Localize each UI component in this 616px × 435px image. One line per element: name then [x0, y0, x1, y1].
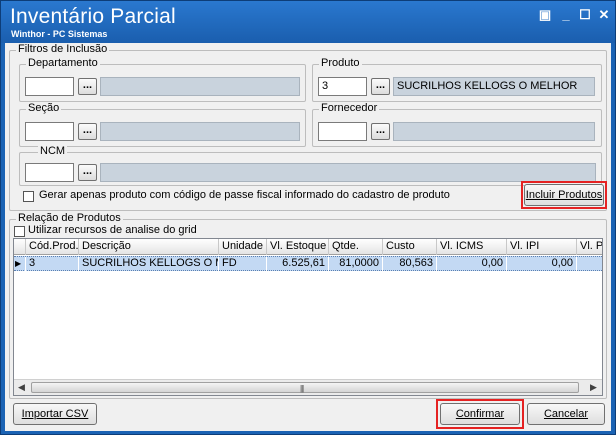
produtos-grid[interactable]: Cód.Prod. Descrição Unidade Vl. Estoque … [13, 238, 603, 396]
col-vl-ipi[interactable]: Vl. IPI [507, 239, 577, 255]
cell-cod-prod[interactable]: 3 [26, 257, 79, 271]
passe-fiscal-checkbox[interactable] [23, 191, 34, 202]
ncm-lookup-button[interactable]: ... [78, 164, 97, 181]
restore-icon[interactable]: ▣ [537, 7, 553, 23]
relacao-legend: Relação de Produtos [16, 212, 123, 224]
row-indicator-icon: ▶ [14, 257, 26, 271]
scroll-right-icon[interactable]: ▶ [590, 382, 597, 393]
confirmar-button[interactable]: Confirmar [440, 403, 520, 425]
importar-csv-button[interactable]: Importar CSV [13, 403, 97, 425]
produto-code-input[interactable]: 3 [318, 77, 367, 96]
produto-label: Produto [319, 57, 362, 69]
client-area: Filtros de Inclusão Departamento ... Pro… [5, 43, 611, 431]
minimize-icon[interactable]: _ [558, 7, 574, 23]
ncm-group: NCM ... [19, 145, 602, 186]
scroll-left-icon[interactable]: ◀ [18, 382, 25, 393]
col-cod-prod[interactable]: Cód.Prod. [26, 239, 79, 255]
scroll-grip-icon: ||| [300, 384, 304, 393]
fornecedor-label: Fornecedor [319, 102, 380, 114]
grid-header: Cód.Prod. Descrição Unidade Vl. Estoque … [14, 239, 602, 255]
analise-grid-label: Utilizar recursos de analise do grid [28, 224, 197, 236]
departamento-label: Departamento [26, 57, 100, 69]
produto-description: SUCRILHOS KELLOGS O MELHOR [393, 77, 595, 96]
filtros-group: Filtros de Inclusão Departamento ... Pro… [9, 43, 607, 211]
grid-horizontal-scrollbar[interactable]: ◀ ||| ▶ [14, 379, 602, 395]
departamento-group: Departamento ... [19, 57, 306, 102]
scroll-thumb[interactable]: ||| [31, 382, 579, 393]
incluir-produtos-button[interactable]: Incluir Produtos [524, 184, 604, 206]
col-unidade[interactable]: Unidade [219, 239, 267, 255]
secao-description [100, 122, 300, 141]
cell-vl-ipi[interactable]: 0,00 [507, 257, 577, 271]
ncm-code-input[interactable] [25, 163, 74, 182]
table-row[interactable]: ▶ 3 SUCRILHOS KELLOGS O MELHOR FD 6.525,… [14, 256, 602, 271]
cell-custo[interactable]: 80,563 [383, 257, 437, 271]
departamento-code-input[interactable] [25, 77, 74, 96]
produto-group: Produto 3 ... SUCRILHOS KELLOGS O MELHOR [312, 57, 602, 102]
grid-header-indicator [14, 239, 26, 255]
cell-unidade[interactable]: FD [219, 257, 267, 271]
cell-vl-icms[interactable]: 0,00 [437, 257, 507, 271]
close-icon[interactable]: ✕ [596, 7, 612, 23]
col-qtde[interactable]: Qtde. [329, 239, 383, 255]
departamento-description [100, 77, 300, 96]
secao-label: Seção [26, 102, 62, 114]
fornecedor-description [393, 122, 595, 141]
ncm-description [100, 163, 596, 182]
col-descricao[interactable]: Descrição [79, 239, 219, 255]
fornecedor-lookup-button[interactable]: ... [371, 123, 390, 140]
passe-fiscal-label: Gerar apenas produto com código de passe… [39, 189, 450, 201]
title-bar[interactable]: Inventário Parcial Winthor - PC Sistemas… [1, 1, 615, 43]
filtros-legend: Filtros de Inclusão [16, 43, 110, 55]
window-subtitle: Winthor - PC Sistemas [11, 29, 108, 39]
secao-code-input[interactable] [25, 122, 74, 141]
col-vl-estoque[interactable]: Vl. Estoque [267, 239, 329, 255]
col-vl-pis[interactable]: Vl. PIS [577, 239, 602, 255]
cancelar-button[interactable]: Cancelar [527, 403, 605, 425]
fornecedor-code-input[interactable] [318, 122, 367, 141]
cell-vl-estoque[interactable]: 6.525,61 [267, 257, 329, 271]
maximize-icon[interactable]: ☐ [577, 7, 593, 23]
col-vl-icms[interactable]: Vl. ICMS [437, 239, 507, 255]
departamento-lookup-button[interactable]: ... [78, 78, 97, 95]
cell-vl-pis[interactable] [577, 257, 602, 271]
ncm-label: NCM [38, 145, 68, 157]
fornecedor-group: Fornecedor ... [312, 102, 602, 147]
analise-grid-checkbox[interactable] [14, 226, 25, 237]
secao-group: Seção ... [19, 102, 306, 147]
cell-qtde[interactable]: 81,0000 [329, 257, 383, 271]
col-custo[interactable]: Custo [383, 239, 437, 255]
app-window: Inventário Parcial Winthor - PC Sistemas… [0, 0, 616, 435]
window-title: Inventário Parcial [10, 5, 176, 28]
produto-lookup-button[interactable]: ... [371, 78, 390, 95]
secao-lookup-button[interactable]: ... [78, 123, 97, 140]
cell-descricao[interactable]: SUCRILHOS KELLOGS O MELHOR [79, 257, 219, 271]
